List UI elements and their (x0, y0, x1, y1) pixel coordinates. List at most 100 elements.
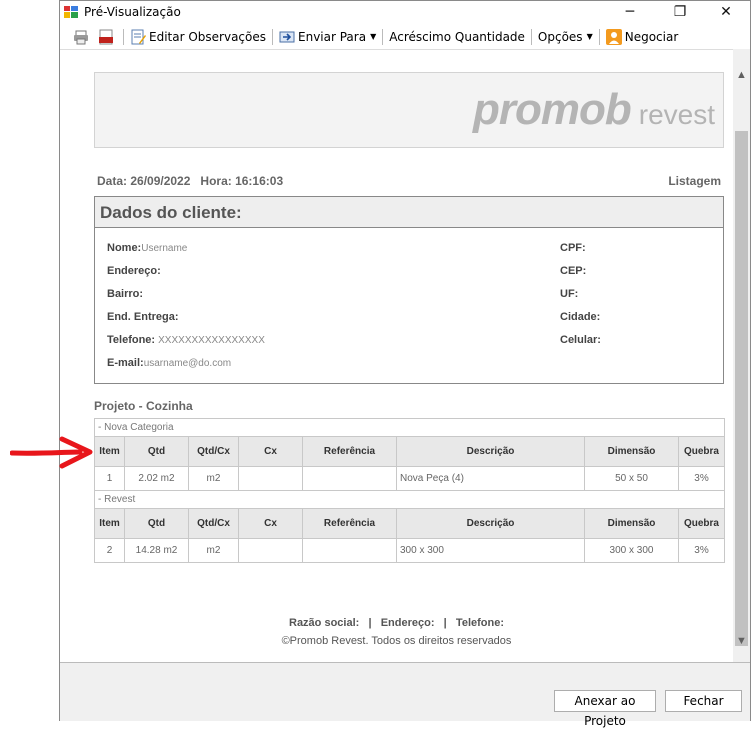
print-button[interactable] (70, 27, 95, 47)
col-dimension: Dimensão (584, 508, 679, 539)
name-field: Nome:Username (107, 242, 187, 254)
address-label: Endereço: (107, 265, 161, 277)
scroll-up-icon[interactable]: ▲ (733, 67, 750, 84)
printer-icon (74, 30, 88, 44)
scroll-down-icon[interactable]: ▼ (733, 633, 750, 650)
toolbar-separator (272, 28, 273, 45)
report-time: Hora: 16:16:03 (200, 174, 284, 188)
name-value: Username (141, 243, 188, 254)
close-button[interactable]: Fechar (665, 690, 742, 712)
cell-qty: 14.28 m2 (124, 538, 189, 563)
report-date: Data: 26/09/2022 (97, 174, 191, 188)
cell-reference (302, 466, 397, 491)
dialog-footer: Anexar ao Projeto Fechar (60, 662, 750, 728)
maximize-button[interactable]: ❐ (658, 1, 702, 24)
toolbar-separator (530, 28, 532, 45)
attach-to-project-button[interactable]: Anexar ao Projeto (554, 690, 656, 728)
cell-item: 2 (94, 538, 125, 563)
col-description: Descrição (396, 436, 585, 467)
items-table: - Nova Categoria Item Qtd Qtd/Cx Cx Refe… (94, 418, 725, 563)
report-meta: Data: 26/09/2022 Hora: 16:16:03 (97, 174, 293, 188)
cell-box (238, 466, 303, 491)
negotiate-button[interactable]: Negociar (603, 27, 682, 47)
promob-logo: promob revest (473, 85, 715, 135)
chevron-down-icon: ▼ (370, 32, 377, 41)
minimize-button[interactable]: ─ (608, 1, 652, 24)
col-qty: Qtd (124, 508, 189, 539)
company-info: Razão social: | Endereço: | Telefone: (289, 617, 504, 629)
edit-notes-label: Editar Observações (149, 29, 266, 44)
vertical-scrollbar[interactable]: ▲ ▼ (733, 49, 750, 662)
cell-qty: 2.02 m2 (124, 466, 189, 491)
cpf-label: CPF: (560, 242, 586, 254)
cell-label: Celular: (560, 334, 601, 346)
col-description: Descrição (396, 508, 585, 539)
cell-description: 300 x 300 (396, 538, 585, 563)
quantity-increase-button[interactable]: Acréscimo Quantidade (386, 27, 528, 47)
district-label: Bairro: (107, 288, 144, 300)
report-type: Listagem (668, 174, 721, 188)
toolbar: Editar Observações Enviar Para ▼ Acréscim… (60, 24, 750, 49)
cell-dimension: 300 x 300 (584, 538, 679, 563)
phone-label: Telefone: (107, 334, 156, 346)
uf-label: UF: (560, 288, 579, 300)
app-icon (64, 6, 78, 18)
col-item: Item (94, 436, 125, 467)
close-window-button[interactable]: ✕ (704, 1, 748, 24)
col-box: Cx (238, 436, 303, 467)
project-title: Projeto - Cozinha (94, 399, 193, 413)
report-preview: promob revest Data: 26/09/2022 Hora: 16:16… (60, 49, 733, 662)
col-dimension: Dimensão (584, 436, 679, 467)
export-pdf-button[interactable] (95, 27, 120, 47)
toolbar-separator (123, 28, 124, 45)
email-value: usarname@do.com (143, 358, 232, 369)
cell-qty-box: m2 (188, 466, 239, 491)
phone-value: XXXXXXXXXXXXXXXX (158, 335, 265, 346)
send-icon (279, 31, 295, 42)
cell-dimension: 50 x 50 (584, 466, 679, 491)
red-arrow-annotation (10, 436, 93, 469)
col-qty: Qtd (124, 436, 189, 467)
logo-brand: promob (472, 85, 632, 134)
pdf-icon (99, 29, 113, 44)
toolbar-separator (598, 28, 600, 45)
name-label: Nome: (107, 242, 142, 254)
options-button[interactable]: Opções ▼ (535, 27, 596, 47)
col-reference: Referência (302, 508, 397, 539)
email-field: E-mail:usarname@do.com (107, 357, 231, 369)
report-banner: promob revest (94, 72, 724, 148)
cell-reference (302, 538, 397, 563)
client-data-box: Dados do cliente: Nome:Username Endereço… (94, 196, 724, 384)
window-title: Pré-Visualização (84, 5, 181, 19)
toolbar-separator (382, 28, 384, 45)
col-reference: Referência (302, 436, 397, 467)
logo-sub: revest (638, 99, 715, 130)
options-label: Opções (537, 29, 583, 44)
client-data-title: Dados do cliente: (95, 197, 723, 228)
delivery-address-label: End. Entrega: (107, 311, 179, 323)
cell-box (238, 538, 303, 563)
scroll-thumb[interactable] (735, 131, 748, 646)
category-name: - Revest (94, 490, 725, 509)
cell-breakage: 3% (678, 538, 725, 563)
city-label: Cidade: (560, 311, 601, 323)
cell-breakage: 3% (678, 466, 725, 491)
chevron-down-icon: ▼ (586, 32, 593, 41)
col-breakage: Quebra (678, 436, 725, 467)
col-qty-box: Qtd/Cx (188, 508, 239, 539)
negotiate-label: Negociar (624, 29, 679, 44)
preview-window: Pré-Visualização ─ ❐ ✕ Editar Observaçõe… (59, 0, 751, 728)
cep-label: CEP: (560, 265, 587, 277)
email-label: E-mail: (107, 357, 144, 369)
send-to-button[interactable]: Enviar Para ▼ (276, 27, 379, 47)
col-box: Cx (238, 508, 303, 539)
col-breakage: Quebra (678, 508, 725, 539)
edit-notes-button[interactable]: Editar Observações (127, 27, 269, 47)
user-icon (605, 28, 622, 45)
cell-description: Nova Peça (4) (396, 466, 585, 491)
cell-qty-box: m2 (188, 538, 239, 563)
category-name: - Nova Categoria (94, 418, 725, 437)
phone-field: Telefone: XXXXXXXXXXXXXXXX (107, 334, 265, 346)
copyright: ©Promob Revest. Todos os direitos reserv… (281, 635, 512, 647)
table-row: 2 14.28 m2 m2 300 x 300 300 x 300 3% (94, 538, 725, 563)
